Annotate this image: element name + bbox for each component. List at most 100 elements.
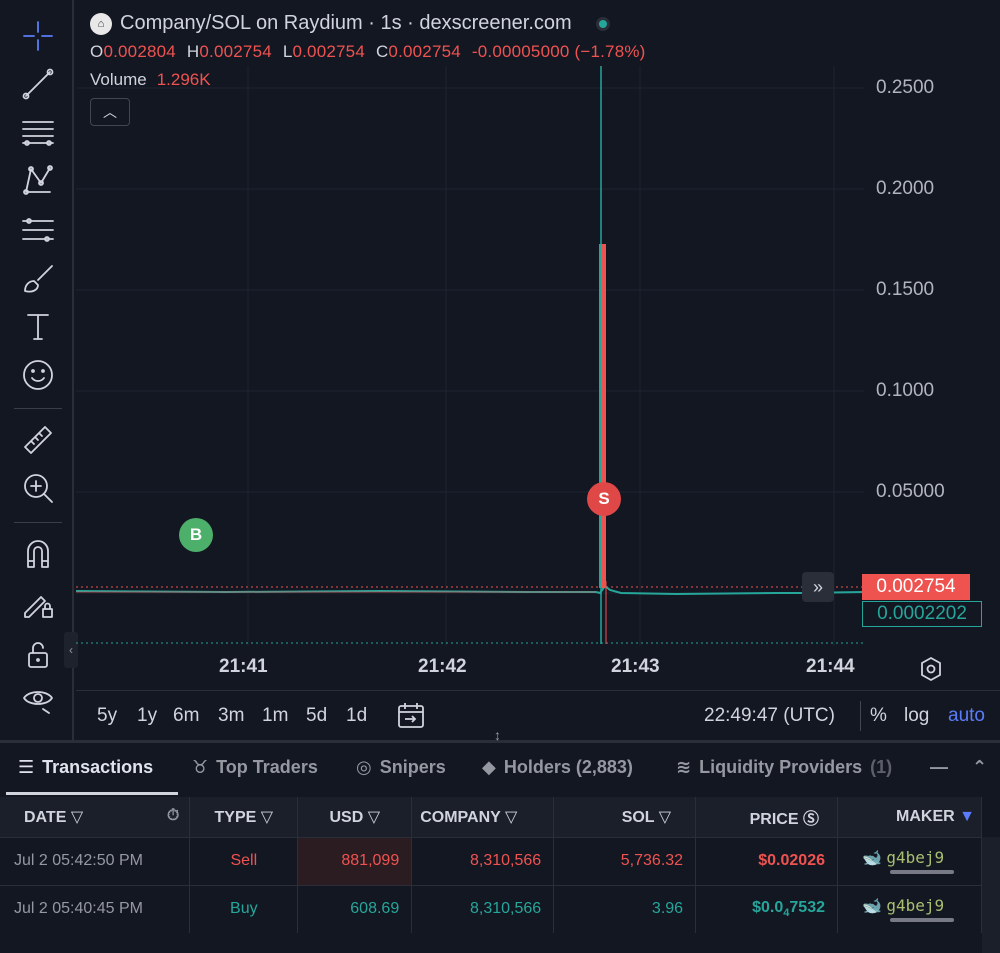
- tab-holders[interactable]: ◆ Holders (2,883): [482, 757, 633, 778]
- unlock-icon[interactable]: [18, 634, 58, 674]
- table-row[interactable]: Jul 2 05:42:50 PM Sell 881,099 8,310,566…: [0, 836, 983, 885]
- active-tab-indicator: [6, 792, 178, 795]
- price-chart[interactable]: ⌂ Company/SOL on Raydium · 1s · dexscree…: [76, 0, 1000, 690]
- chart-plot-area[interactable]: [76, 66, 864, 646]
- minimize-panel-button[interactable]: —: [930, 757, 948, 778]
- chart-settings-icon[interactable]: [918, 656, 944, 682]
- buy-marker[interactable]: B: [179, 518, 213, 552]
- maker-address[interactable]: g4bej9: [886, 848, 944, 867]
- emoji-icon[interactable]: [18, 355, 58, 395]
- trend-line-icon[interactable]: [18, 64, 58, 104]
- header-label: TYPE: [214, 808, 257, 826]
- filter-icon[interactable]: ▽: [261, 809, 273, 826]
- x-tick: 21:43: [611, 656, 660, 677]
- double-chevron-up-icon: ⌃: [972, 757, 988, 777]
- table-header-row: DATE ▽ ⏱ TYPE ▽ USD ▽ COMPANY ▽ SOL ▽ PRI…: [0, 797, 983, 837]
- price-cell: $0.02026: [695, 836, 838, 885]
- table-scrollbar[interactable]: [982, 837, 1000, 953]
- type-cell: Sell: [189, 836, 299, 885]
- panel-tabs: ☰ Transactions ♉ Top Traders ◎ Snipers ◆ Hol…: [0, 743, 1000, 795]
- close-value: 0.002754: [388, 42, 461, 61]
- range-1y-button[interactable]: 1y: [137, 705, 157, 727]
- collapse-legend-button[interactable]: ︿: [90, 98, 130, 126]
- toolbar-divider: [14, 408, 62, 409]
- table-row[interactable]: Jul 2 05:40:45 PM Buy 608.69 8,310,566 3…: [0, 884, 983, 933]
- range-5y-button[interactable]: 5y: [97, 705, 117, 727]
- maker-cell[interactable]: 🐋 g4bej9: [837, 836, 983, 885]
- y-tick: 0.05000: [876, 481, 945, 502]
- maker-cell[interactable]: 🐋 g4bej9: [837, 884, 983, 933]
- price-column-header[interactable]: PRICE Ⓢ: [695, 797, 838, 837]
- expand-panel-button[interactable]: ⌃: [972, 757, 987, 778]
- company-cell: 8,310,566: [411, 836, 555, 885]
- header-label: PRICE: [749, 810, 799, 828]
- whale-icon: 🐋: [861, 850, 882, 867]
- tab-transactions[interactable]: ☰ Transactions: [18, 757, 153, 778]
- filter-active-icon[interactable]: ▼: [959, 808, 975, 825]
- header-label: USD: [329, 808, 364, 826]
- maker-address[interactable]: g4bej9: [886, 896, 944, 915]
- high-label: H: [186, 42, 200, 61]
- range-1d-button[interactable]: 1d: [346, 705, 367, 727]
- range-1m-button[interactable]: 1m: [262, 705, 288, 727]
- sell-marker[interactable]: S: [587, 482, 621, 516]
- percent-scale-toggle[interactable]: %: [870, 705, 887, 727]
- crosshair-icon[interactable]: [18, 16, 58, 56]
- bank-icon: ⌂: [90, 12, 112, 35]
- medal-icon: ♉: [192, 757, 209, 777]
- ruler-icon[interactable]: [18, 420, 58, 460]
- filter-icon[interactable]: ▽: [659, 809, 671, 826]
- header-label: SOL: [621, 808, 655, 826]
- magnet-icon[interactable]: [18, 534, 58, 574]
- auto-scale-toggle[interactable]: auto: [948, 705, 985, 727]
- header-label: MAKER: [896, 807, 955, 825]
- live-status-icon: [595, 16, 610, 31]
- last-price-tag: 0.002754: [862, 574, 970, 600]
- double-chevron-right-icon: »: [812, 576, 823, 597]
- transactions-panel: ↕ ☰ Transactions ♉ Top Traders ◎ Snipers ◆ H…: [0, 727, 1000, 953]
- price-suffix: 7532: [789, 899, 825, 917]
- maker-column-header[interactable]: MAKER ▼: [837, 797, 983, 837]
- date-cell: Jul 2 05:40:45 PM: [0, 884, 191, 933]
- lock-drawings-icon[interactable]: [18, 584, 58, 624]
- company-column-header[interactable]: COMPANY ▽: [411, 797, 555, 837]
- brush-icon[interactable]: [18, 258, 58, 298]
- scroll-to-realtime-button[interactable]: »: [802, 572, 834, 602]
- type-column-header[interactable]: TYPE ▽: [189, 797, 299, 837]
- filter-icon[interactable]: ▽: [71, 809, 83, 826]
- filter-icon[interactable]: ▽: [505, 809, 517, 826]
- horizontal-lines-icon[interactable]: [18, 112, 58, 152]
- tab-label: Transactions: [42, 757, 154, 777]
- filter-icon[interactable]: ▽: [368, 809, 380, 826]
- low-value: 0.002754: [292, 42, 365, 61]
- tab-snipers[interactable]: ◎ Snipers: [356, 757, 446, 778]
- utc-clock[interactable]: 22:49:47 (UTC): [704, 705, 835, 727]
- header-label: COMPANY: [420, 808, 501, 826]
- tab-top-traders[interactable]: ♉ Top Traders: [192, 757, 318, 778]
- text-icon[interactable]: [18, 306, 58, 346]
- eye-icon[interactable]: [18, 678, 58, 718]
- fib-retracement-icon[interactable]: [18, 210, 58, 250]
- volume-legend: Volume 1.296K: [90, 70, 211, 90]
- pattern-icon[interactable]: [18, 160, 58, 200]
- range-3m-button[interactable]: 3m: [218, 705, 244, 727]
- reference-price-tag: 0.0002202: [862, 601, 982, 627]
- whale-sparkle-icon: 🐋: [861, 898, 882, 916]
- tab-liquidity-providers[interactable]: ≋ Liquidity Providers (1): [676, 757, 892, 778]
- range-6m-button[interactable]: 6m: [173, 705, 199, 727]
- dollar-circle-icon[interactable]: Ⓢ: [803, 811, 819, 828]
- usd-cell: 881,099: [297, 836, 413, 885]
- log-scale-toggle[interactable]: log: [904, 705, 929, 727]
- date-column-header[interactable]: DATE ▽ ⏱: [0, 797, 191, 837]
- range-5d-button[interactable]: 5d: [306, 705, 327, 727]
- tab-label: Liquidity Providers: [699, 757, 863, 777]
- timer-icon[interactable]: ⏱: [167, 807, 179, 825]
- sol-column-header[interactable]: SOL ▽: [553, 797, 697, 837]
- transactions-table: DATE ▽ ⏱ TYPE ▽ USD ▽ COMPANY ▽ SOL ▽ PRI…: [0, 797, 983, 933]
- zoom-in-icon[interactable]: [18, 468, 58, 508]
- open-value: 0.002804: [103, 42, 176, 61]
- go-to-date-icon[interactable]: [396, 701, 426, 731]
- tab-label: Holders (2,883): [503, 757, 633, 777]
- usd-column-header[interactable]: USD ▽: [297, 797, 413, 837]
- resize-handle-icon[interactable]: ↕: [494, 727, 501, 743]
